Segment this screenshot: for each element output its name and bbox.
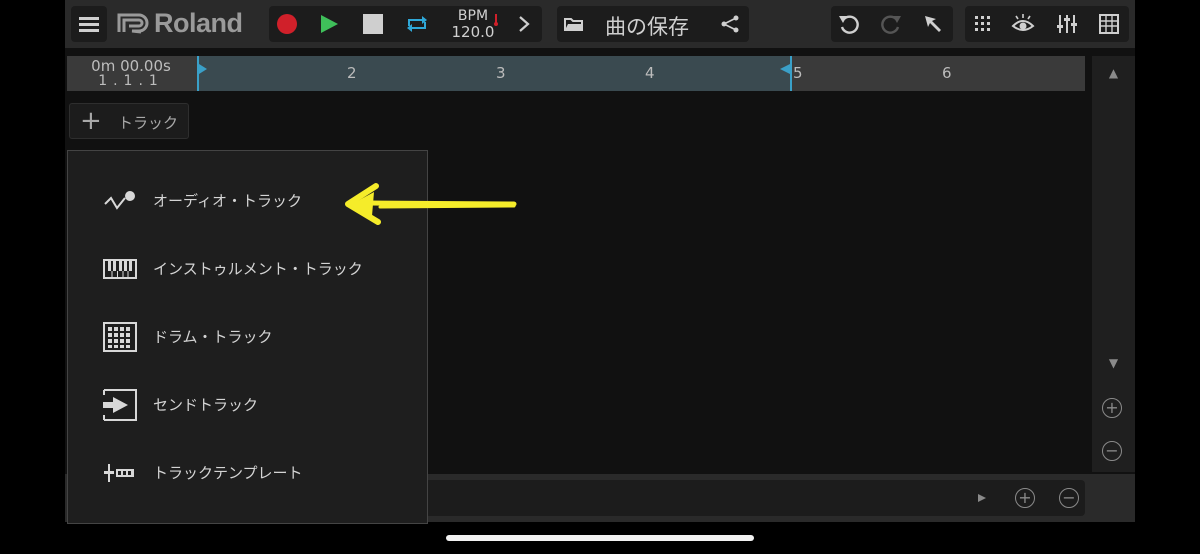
zoom-out-vertical-button[interactable]: −: [1102, 441, 1122, 461]
plus-icon: +: [80, 106, 102, 136]
home-indicator[interactable]: [446, 535, 754, 541]
loop-start-marker[interactable]: [197, 56, 211, 91]
record-button[interactable]: [269, 6, 305, 42]
zoom-out-horizontal-button[interactable]: −: [1059, 488, 1079, 508]
select-tool-button[interactable]: [915, 6, 951, 42]
menu-item-label: ドラム・トラック: [153, 328, 273, 346]
zoom-in-vertical-button[interactable]: +: [1102, 398, 1122, 418]
piano-keys-icon: [102, 253, 138, 285]
grid-dots-icon: [975, 16, 990, 31]
time-counter: 0m 00.00s 1.1.1: [67, 56, 195, 91]
bpm-value: 120.0: [451, 23, 495, 41]
menu-item-instrument-track[interactable]: インストゥルメント・トラック: [68, 239, 427, 299]
transport-group: BPM 120.0: [269, 6, 542, 42]
loop-button[interactable]: [399, 6, 435, 42]
template-icon: [102, 457, 138, 489]
logo-text: Roland: [154, 7, 243, 38]
hamburger-icon: [71, 6, 107, 42]
redo-button[interactable]: [873, 6, 909, 42]
loop-region[interactable]: [199, 56, 791, 91]
menu-item-send-track[interactable]: センドトラック: [68, 375, 427, 435]
undo-button[interactable]: [831, 6, 867, 42]
song-save-group: 曲の保存: [557, 6, 749, 42]
bar-number: 5: [793, 64, 803, 82]
view-group: [965, 6, 1129, 42]
menu-button[interactable]: [71, 6, 107, 42]
stop-icon: [363, 14, 383, 34]
roland-logo: Roland: [117, 8, 243, 38]
menu-item-label: トラックテンプレート: [153, 464, 303, 482]
play-button[interactable]: [311, 6, 347, 42]
folder-icon: [564, 18, 583, 31]
scroll-down-icon[interactable]: ▼: [1092, 356, 1135, 370]
keyboard-view-button[interactable]: [1091, 6, 1127, 42]
expand-transport-button[interactable]: [509, 6, 539, 42]
pads-view-button[interactable]: [965, 6, 1001, 42]
eye-icon: [1011, 14, 1035, 31]
loop-end-marker[interactable]: [773, 56, 793, 91]
menu-item-drum-track[interactable]: ドラム・トラック: [68, 307, 427, 367]
horizontal-scroll-area[interactable]: + −: [425, 480, 1085, 516]
scroll-right-icon[interactable]: [977, 493, 987, 503]
zoom-in-horizontal-button[interactable]: +: [1015, 488, 1035, 508]
mixer-button[interactable]: [1049, 6, 1085, 42]
open-folder-button[interactable]: [557, 6, 591, 42]
play-icon: [321, 15, 338, 33]
matrix-grid-icon: [1099, 14, 1119, 34]
mixer-sliders-icon: [1057, 15, 1077, 33]
timeline-ruler[interactable]: 0m 00.00s 1.1.1 2 3 4 5 6: [67, 56, 1085, 91]
add-track-button[interactable]: + トラック: [69, 103, 189, 139]
menu-item-label: センドトラック: [153, 396, 259, 414]
top-toolbar: Roland BPM 120.0 曲の保存: [65, 0, 1135, 48]
bar-number: 3: [496, 64, 506, 82]
roland-r-mark-icon: [117, 13, 149, 34]
bpm-label: BPM: [457, 8, 489, 24]
metronome-icon: [494, 14, 498, 26]
send-icon: [102, 389, 138, 421]
edit-group: [831, 6, 953, 42]
share-icon: [721, 15, 739, 33]
add-track-label: トラック: [118, 114, 179, 132]
visibility-button[interactable]: [1005, 6, 1041, 42]
annotation-arrow: [345, 183, 517, 225]
bar-number: 4: [645, 64, 655, 82]
menu-item-label: オーディオ・トラック: [153, 192, 302, 210]
undo-icon: [839, 15, 859, 34]
record-icon: [277, 14, 297, 34]
drum-pads-icon: [102, 321, 138, 353]
bar-number: 2: [347, 64, 357, 82]
save-song-button[interactable]: 曲の保存: [605, 11, 689, 41]
scroll-up-icon[interactable]: ▲: [1092, 66, 1135, 80]
vertical-scrollbar[interactable]: ▲ ▼ + −: [1092, 56, 1135, 472]
bar-number: 6: [942, 64, 952, 82]
redo-icon: [881, 15, 901, 34]
cursor-arrow-icon: [925, 16, 941, 32]
bpm-display[interactable]: BPM 120.0: [447, 8, 499, 40]
loop-icon: [407, 16, 427, 32]
menu-item-label: インストゥルメント・トラック: [153, 260, 363, 278]
share-button[interactable]: [713, 6, 747, 42]
time-position: 1.1.1: [98, 73, 164, 89]
menu-item-track-template[interactable]: トラックテンプレート: [68, 443, 427, 503]
microphone-icon: [102, 185, 138, 217]
chevron-right-icon: [519, 16, 530, 32]
stop-button[interactable]: [355, 6, 391, 42]
